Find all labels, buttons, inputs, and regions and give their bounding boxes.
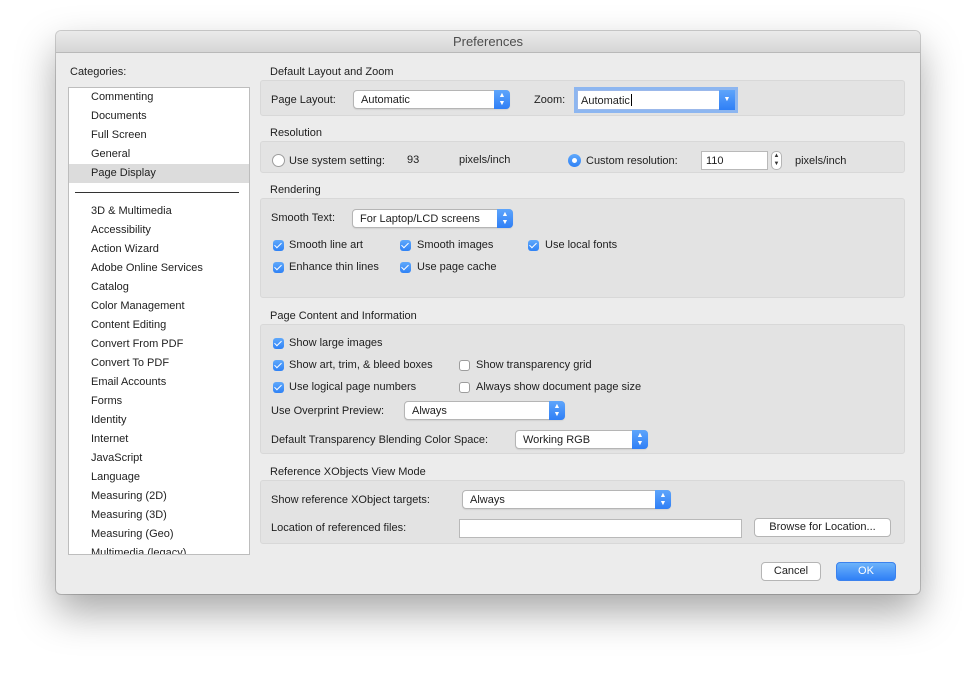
page-layout-label: Page Layout: xyxy=(271,94,336,106)
category-item[interactable]: Multimedia (legacy) xyxy=(69,544,249,554)
cancel-button[interactable]: Cancel xyxy=(761,562,821,581)
system-resolution-unit: pixels/inch xyxy=(459,154,511,166)
category-separator xyxy=(75,192,239,193)
category-item[interactable]: Email Accounts xyxy=(69,373,249,392)
category-item[interactable]: Measuring (2D) xyxy=(69,487,249,506)
blending-value: Working RGB xyxy=(523,434,591,446)
chevron-updown-icon: ▲ ▼ xyxy=(632,430,648,449)
location-field[interactable] xyxy=(459,519,742,538)
window-title: Preferences xyxy=(56,31,920,53)
category-item[interactable]: Convert To PDF xyxy=(69,354,249,373)
resolution-stepper[interactable]: ▲ ▼ xyxy=(771,151,782,170)
layout-zoom-section-title: Default Layout and Zoom xyxy=(270,66,394,78)
chevron-down-icon[interactable]: ▼ xyxy=(719,90,735,110)
system-resolution-value: 93 xyxy=(407,154,420,166)
show-large-images-checkbox[interactable] xyxy=(273,338,284,349)
category-item-selected[interactable]: Page Display xyxy=(69,164,249,183)
rendering-panel: Smooth Text: For Laptop/LCD screens ▲ ▼ S… xyxy=(260,198,905,298)
chevron-updown-icon: ▲ ▼ xyxy=(549,401,565,420)
xobject-targets-value: Always xyxy=(470,494,505,506)
categories-list[interactable]: Commenting Documents Full Screen General… xyxy=(68,87,250,555)
xobject-targets-select[interactable]: Always ▲ ▼ xyxy=(462,490,671,509)
category-item[interactable]: Measuring (Geo) xyxy=(69,525,249,544)
system-setting-radio[interactable] xyxy=(272,154,285,167)
custom-resolution-label: Custom resolution: xyxy=(586,155,678,167)
ok-button[interactable]: OK xyxy=(836,562,896,581)
smooth-images-checkbox[interactable] xyxy=(400,240,411,251)
location-label: Location of referenced files: xyxy=(271,522,407,534)
chevron-updown-icon: ▲ ▼ xyxy=(497,209,513,228)
category-item[interactable]: Identity xyxy=(69,411,249,430)
zoom-label: Zoom: xyxy=(534,94,566,106)
enhance-thin-lines-label: Enhance thin lines xyxy=(289,261,379,273)
use-logical-page-numbers-label: Use logical page numbers xyxy=(289,381,417,393)
resolution-section-title: Resolution xyxy=(270,127,322,139)
category-item[interactable]: Commenting xyxy=(69,88,249,107)
smooth-line-art-checkbox[interactable] xyxy=(273,240,284,251)
resolution-panel: Use system setting: 93 pixels/inch Custo… xyxy=(260,141,905,173)
custom-resolution-value: 110 xyxy=(706,155,724,167)
custom-resolution-field[interactable]: 110 xyxy=(701,151,768,170)
rendering-section-title: Rendering xyxy=(270,184,321,196)
category-item[interactable]: Language xyxy=(69,468,249,487)
category-item[interactable]: Convert From PDF xyxy=(69,335,249,354)
use-page-cache-label: Use page cache xyxy=(417,261,497,273)
overprint-value: Always xyxy=(412,405,447,417)
category-item[interactable]: JavaScript xyxy=(69,449,249,468)
smooth-text-label: Smooth Text: xyxy=(271,212,335,224)
chevron-updown-icon: ▲ ▼ xyxy=(655,490,671,509)
category-item[interactable]: General xyxy=(69,145,249,164)
show-transparency-grid-checkbox[interactable] xyxy=(459,360,470,371)
browse-for-location-button[interactable]: Browse for Location... xyxy=(754,518,891,537)
xobjects-section-title: Reference XObjects View Mode xyxy=(270,466,426,478)
category-item[interactable]: Internet xyxy=(69,430,249,449)
page-content-panel: Show large images Show art, trim, & blee… xyxy=(260,324,905,454)
custom-resolution-radio[interactable] xyxy=(568,154,581,167)
layout-zoom-panel: Page Layout: Automatic ▲ ▼ Zoom: Automati… xyxy=(260,80,905,116)
show-art-boxes-checkbox[interactable] xyxy=(273,360,284,371)
category-item[interactable]: Catalog xyxy=(69,278,249,297)
category-item[interactable]: Accessibility xyxy=(69,221,249,240)
overprint-select[interactable]: Always ▲ ▼ xyxy=(404,401,565,420)
category-item[interactable]: Action Wizard xyxy=(69,240,249,259)
page-layout-value: Automatic xyxy=(361,94,410,106)
show-art-boxes-label: Show art, trim, & bleed boxes xyxy=(289,359,433,371)
xobject-targets-label: Show reference XObject targets: xyxy=(271,494,430,506)
xobjects-panel: Show reference XObject targets: Always ▲… xyxy=(260,480,905,544)
use-page-cache-checkbox[interactable] xyxy=(400,262,411,273)
use-local-fonts-label: Use local fonts xyxy=(545,239,618,251)
system-setting-label: Use system setting: xyxy=(289,155,385,167)
show-transparency-grid-label: Show transparency grid xyxy=(476,359,592,371)
zoom-value: Automatic xyxy=(581,95,630,107)
preferences-dialog: Preferences Categories: Commenting Docum… xyxy=(56,31,920,594)
category-item[interactable]: Full Screen xyxy=(69,126,249,145)
always-show-page-size-checkbox[interactable] xyxy=(459,382,470,393)
smooth-text-value: For Laptop/LCD screens xyxy=(360,213,480,225)
category-item[interactable]: Measuring (3D) xyxy=(69,506,249,525)
categories-label: Categories: xyxy=(70,66,127,78)
zoom-combo[interactable]: Automatic ▼ xyxy=(577,90,735,110)
use-local-fonts-checkbox[interactable] xyxy=(528,240,539,251)
category-item[interactable]: Color Management xyxy=(69,297,249,316)
category-item[interactable]: Forms xyxy=(69,392,249,411)
smooth-text-select[interactable]: For Laptop/LCD screens ▲ ▼ xyxy=(352,209,513,228)
page-content-section-title: Page Content and Information xyxy=(270,310,417,322)
category-item[interactable]: Adobe Online Services xyxy=(69,259,249,278)
always-show-page-size-label: Always show document page size xyxy=(476,381,642,393)
chevron-updown-icon: ▲ ▼ xyxy=(494,90,510,109)
smooth-images-label: Smooth images xyxy=(417,239,494,251)
category-item[interactable]: 3D & Multimedia xyxy=(69,202,249,221)
enhance-thin-lines-checkbox[interactable] xyxy=(273,262,284,273)
smooth-line-art-label: Smooth line art xyxy=(289,239,363,251)
page-layout-select[interactable]: Automatic ▲ ▼ xyxy=(353,90,510,109)
custom-resolution-unit: pixels/inch xyxy=(795,155,847,167)
overprint-label: Use Overprint Preview: xyxy=(271,405,385,417)
category-item[interactable]: Documents xyxy=(69,107,249,126)
category-item[interactable]: Content Editing xyxy=(69,316,249,335)
use-logical-page-numbers-checkbox[interactable] xyxy=(273,382,284,393)
show-large-images-label: Show large images xyxy=(289,337,383,349)
blending-select[interactable]: Working RGB ▲ ▼ xyxy=(515,430,648,449)
blending-label: Default Transparency Blending Color Spac… xyxy=(271,434,489,446)
